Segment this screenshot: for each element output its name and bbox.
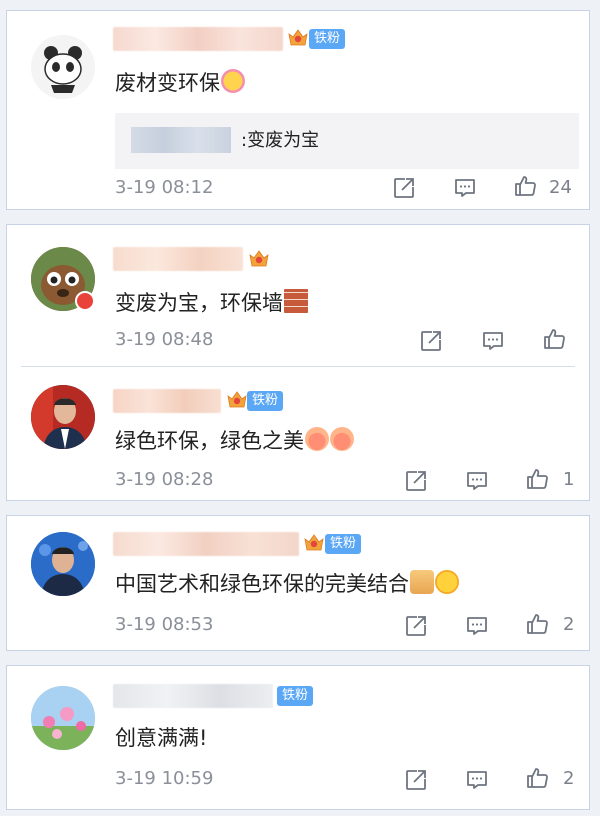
share-icon[interactable] xyxy=(419,329,443,353)
comment-text: 创意满满! xyxy=(115,726,208,750)
crown-badge-icon xyxy=(303,532,325,554)
comment-icon[interactable] xyxy=(465,768,489,792)
comment-card: 变废为宝，环保墙 3-19 08:48 铁粉 绿色环保，绿色之美 3-19 08… xyxy=(6,224,590,501)
comment-icon[interactable] xyxy=(465,614,489,638)
comment-card: 铁粉 创意满满! 3-19 10:59 2 xyxy=(6,665,590,810)
crown-badge-icon xyxy=(226,389,248,411)
like-count: 24 xyxy=(549,177,572,198)
laughing-emoji xyxy=(330,427,354,451)
username-redacted[interactable] xyxy=(113,27,283,51)
fan-tag: 铁粉 xyxy=(277,686,314,706)
like-count: 2 xyxy=(563,614,575,635)
thumbs-up-icon[interactable] xyxy=(542,327,566,351)
comment-text: 绿色环保，绿色之美 xyxy=(115,425,354,455)
comment-text: 中国艺术和绿色环保的完美结合 xyxy=(115,568,459,598)
share-icon[interactable] xyxy=(392,176,416,200)
thumbs-up-icon[interactable] xyxy=(525,766,549,790)
fan-tag: 铁粉 xyxy=(325,534,362,554)
like-count: 2 xyxy=(563,768,575,789)
username-redacted[interactable] xyxy=(113,389,221,413)
thumbs-up-icon[interactable] xyxy=(525,612,549,636)
comment-text: 废材变环保 xyxy=(115,67,245,97)
reply-username-redacted[interactable] xyxy=(131,127,231,153)
avatar[interactable] xyxy=(31,532,95,596)
reply-box[interactable]: :变废为宝 xyxy=(115,113,579,169)
crown-badge-icon xyxy=(287,27,309,49)
comment-icon[interactable] xyxy=(465,469,489,493)
fan-tag: 铁粉 xyxy=(309,29,346,49)
laughing-emoji xyxy=(305,427,329,451)
comment-icon[interactable] xyxy=(453,176,477,200)
heart-eyes-emoji xyxy=(435,570,459,594)
share-icon[interactable] xyxy=(404,768,428,792)
thumbs-up-icon[interactable] xyxy=(525,467,549,491)
thumbs-up-emoji xyxy=(410,570,434,594)
comment-time: 3-19 08:28 xyxy=(115,469,214,490)
comment-card: 铁粉 中国艺术和绿色环保的完美结合 3-19 08:53 2 xyxy=(6,515,590,651)
avatar[interactable] xyxy=(31,385,95,449)
crown-badge-icon xyxy=(248,248,270,270)
comment-time: 3-19 08:48 xyxy=(115,329,214,350)
avatar[interactable] xyxy=(31,686,95,750)
share-icon[interactable] xyxy=(404,614,428,638)
comment-time: 3-19 08:12 xyxy=(115,177,214,198)
verified-badge-icon xyxy=(75,291,95,311)
share-icon[interactable] xyxy=(404,469,428,493)
comment-icon[interactable] xyxy=(481,329,505,353)
like-count: 1 xyxy=(563,469,575,490)
comment-card: 铁粉 废材变环保 :变废为宝 3-19 08:12 24 xyxy=(6,10,590,210)
thumbs-up-icon[interactable] xyxy=(513,174,537,198)
avatar[interactable] xyxy=(31,35,95,99)
brick-wall-emoji xyxy=(284,289,308,313)
fan-tag: 铁粉 xyxy=(247,391,284,411)
username-redacted[interactable] xyxy=(113,247,243,271)
comment-text: 变废为宝，环保墙 xyxy=(115,287,308,317)
reply-text: :变废为宝 xyxy=(241,130,320,151)
comment-time: 3-19 10:59 xyxy=(115,768,214,789)
divider xyxy=(21,366,575,367)
username-redacted[interactable] xyxy=(113,684,273,708)
comment-time: 3-19 08:53 xyxy=(115,614,214,635)
username-redacted[interactable] xyxy=(113,532,299,556)
flower-face-emoji xyxy=(221,69,245,93)
